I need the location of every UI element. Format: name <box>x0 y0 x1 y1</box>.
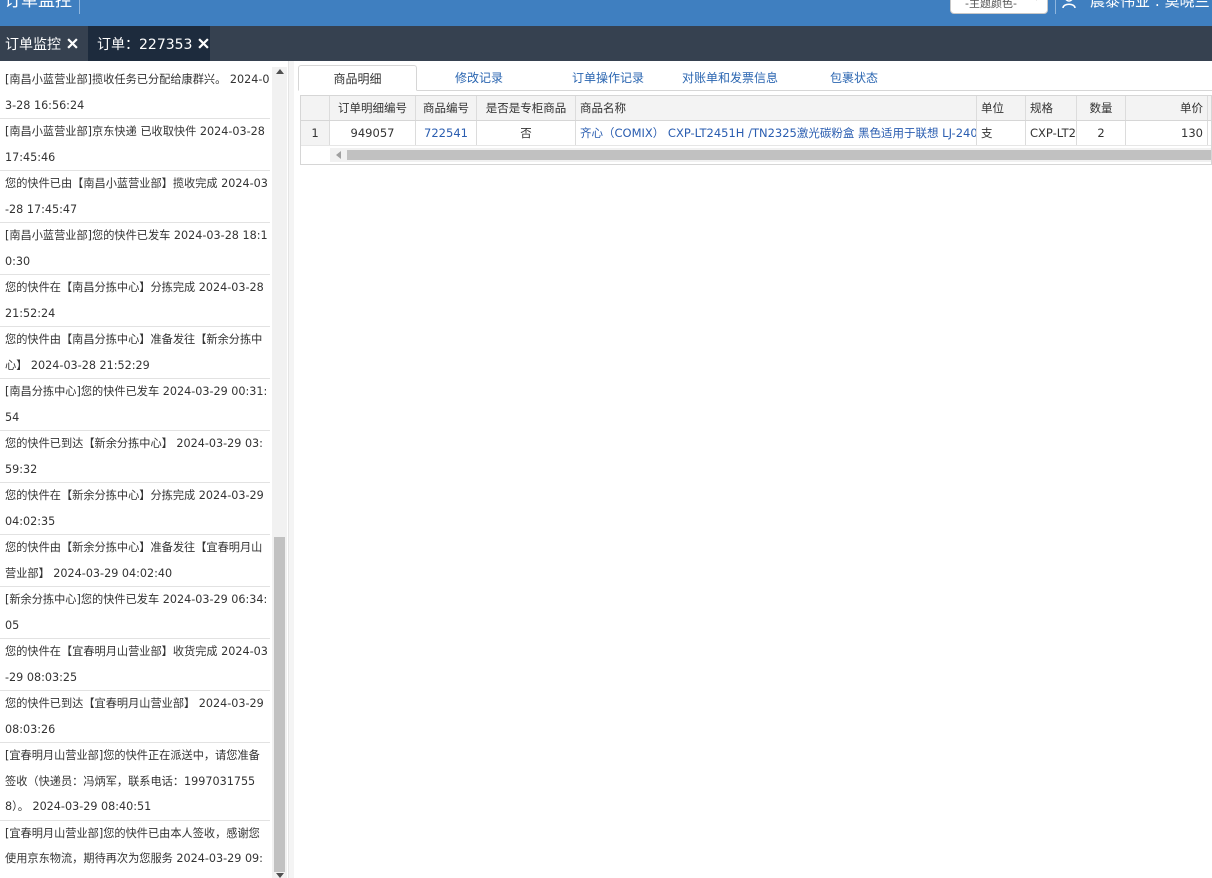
tracking-item: 您的快件在【新余分拣中心】分拣完成 2024-03-29 04:02:35 <box>0 483 270 535</box>
tracking-item: 您的快件已到达【宜春明月山营业部】 2024-03-29 08:03:26 <box>0 691 270 743</box>
row-number: 1 <box>301 121 330 145</box>
cell-quantity: 2 <box>1077 121 1126 145</box>
tracking-item: 您的快件已到达【新余分拣中心】 2024-03-29 03:59:32 <box>0 431 270 483</box>
tracking-item: 您的快件由【新余分拣中心】准备发往【宜春明月山营业部】 2024-03-29 0… <box>0 535 270 587</box>
tracking-item: [新余分拣中心]您的快件已发车 2024-03-29 06:34:05 <box>0 587 270 639</box>
scroll-up-arrow-icon[interactable] <box>276 69 284 74</box>
scroll-thumb[interactable] <box>347 150 1211 160</box>
header-divider <box>1055 0 1056 14</box>
tracking-item: [宜春明月山营业部]您的快件已由本人签收，感谢您使用京东物流，期待再次为您服务 … <box>0 821 270 878</box>
tracking-scrollbar[interactable] <box>272 67 287 878</box>
theme-color-select[interactable]: -主题颜色- <box>950 0 1048 14</box>
tracking-panel: [南昌小蓝营业部]揽收任务已分配给康群兴。 2024-03-28 16:56:2… <box>0 67 287 878</box>
column-header[interactable]: 数量 <box>1077 96 1126 120</box>
row-number-header <box>301 96 330 120</box>
tracking-list: [南昌小蓝营业部]揽收任务已分配给康群兴。 2024-03-28 16:56:2… <box>0 67 270 878</box>
user-icon[interactable] <box>1062 0 1076 9</box>
app-title: 订单监控 <box>4 0 72 11</box>
tracking-item: 您的快件由【南昌分拣中心】准备发往【新余分拣中心】 2024-03-28 21:… <box>0 327 270 379</box>
tracking-item: 您的快件在【南昌分拣中心】分拣完成 2024-03-28 21:52:24 <box>0 275 270 327</box>
grid-horizontal-scrollbar[interactable] <box>330 148 1211 162</box>
cell-product-name-link[interactable]: 齐心（COMIX） CXP-LT2451H /TN2325激光碳粉盒 黑色适用于… <box>576 121 977 145</box>
tab-label: 订单：227353 <box>97 36 193 53</box>
tab-package-status[interactable]: 包裹状态 <box>808 65 900 91</box>
grid-header-row: 订单明细编号 商品编号 是否是专柜商品 商品名称 单位 规格 数量 单价 <box>301 96 1211 121</box>
tracking-item: [南昌小蓝营业部]您的快件已发车 2024-03-28 18:10:30 <box>0 223 270 275</box>
tracking-item: [南昌小蓝营业部]京东快递 已收取快件 2024-03-28 17:45:46 <box>0 119 270 171</box>
header-divider <box>79 0 80 14</box>
close-icon[interactable] <box>198 38 210 49</box>
tracking-item: [南昌小蓝营业部]揽收任务已分配给康群兴。 2024-03-28 16:56:2… <box>0 67 270 119</box>
column-header[interactable]: 是否是专柜商品 <box>477 96 576 120</box>
column-header[interactable]: 商品名称 <box>576 96 977 120</box>
cell-detail-id: 949057 <box>330 121 416 145</box>
cell-spec: CXP-LT2451H <box>1026 121 1077 145</box>
tab-statement-invoice[interactable]: 对账单和发票信息 <box>670 65 790 91</box>
tab-order-detail[interactable]: 订单：227353 <box>88 26 210 61</box>
theme-select-value: -主题颜色- <box>965 0 1017 10</box>
scroll-left-arrow-icon[interactable] <box>336 151 341 159</box>
cell-price: 130 <box>1126 121 1208 145</box>
table-row[interactable]: 1 949057 722541 否 齐心（COMIX） CXP-LT2451H … <box>301 121 1211 146</box>
tab-label: 订单监控 <box>5 36 61 53</box>
scroll-thumb[interactable] <box>274 537 285 872</box>
column-header[interactable]: 单位 <box>977 96 1026 120</box>
close-icon[interactable] <box>67 38 78 49</box>
tracking-item: 您的快件在【宜春明月山营业部】收货完成 2024-03-29 08:03:25 <box>0 639 270 691</box>
detail-tabs: 商品明细 修改记录 订单操作记录 对账单和发票信息 包裹状态 <box>298 65 1212 91</box>
tracking-item: 您的快件已由【南昌小蓝营业部】揽收完成 2024-03-28 17:45:47 <box>0 171 270 223</box>
tab-operation-log[interactable]: 订单操作记录 <box>553 65 663 91</box>
order-detail-panel: 商品明细 修改记录 订单操作记录 对账单和发票信息 包裹状态 订单明细编号 商品… <box>294 61 1212 878</box>
tracking-item: [南昌分拣中心]您的快件已发车 2024-03-29 00:31:54 <box>0 379 270 431</box>
cell-unit: 支 <box>977 121 1026 145</box>
page-tab-bar: 订单监控 订单：227353 <box>0 26 1212 61</box>
column-header[interactable]: 订单明细编号 <box>330 96 416 120</box>
column-header[interactable]: 规格 <box>1026 96 1077 120</box>
cell-product-id-link[interactable]: 722541 <box>416 121 477 145</box>
tracking-item: [宜春明月山营业部]您的快件正在派送中，请您准备签收（快递员：冯炳军，联系电话：… <box>0 743 270 821</box>
chevron-down-icon <box>1036 0 1037 1</box>
top-header: 订单监控 -主题颜色- 晨泰伟业 : 莫晓兰 <box>0 0 1212 26</box>
column-header[interactable]: 单价 <box>1126 96 1208 120</box>
tab-product-details[interactable]: 商品明细 <box>298 65 417 91</box>
user-name[interactable]: 晨泰伟业 : 莫晓兰 <box>1090 0 1210 11</box>
tab-order-monitor[interactable]: 订单监控 <box>0 26 86 61</box>
product-grid: 订单明细编号 商品编号 是否是专柜商品 商品名称 单位 规格 数量 单价 1 9… <box>300 95 1212 165</box>
cell-is-counter: 否 <box>477 121 576 145</box>
scroll-down-arrow-icon[interactable] <box>276 873 284 878</box>
column-header[interactable]: 商品编号 <box>416 96 477 120</box>
tab-modification-log[interactable]: 修改记录 <box>433 65 525 91</box>
